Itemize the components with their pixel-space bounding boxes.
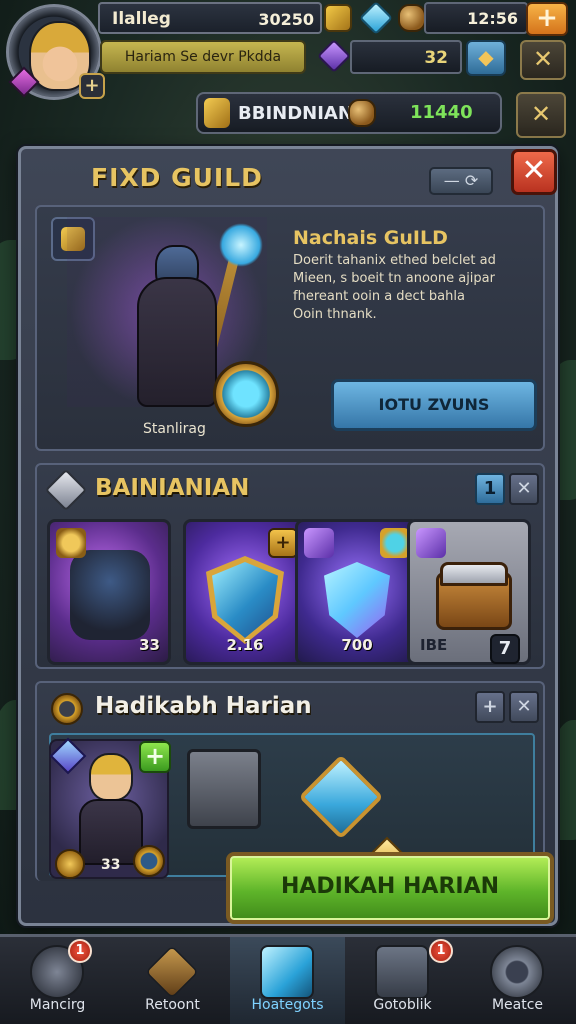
hero-caption: Stanlirag [143,421,206,437]
time-bar: 12:56 [424,2,528,34]
gold-ring-icon [56,528,86,558]
panel-title: FIXD GUILD [91,163,263,192]
sword-shortcut-button[interactable]: ✕ [516,92,566,138]
player-name-bar[interactable]: Ilalleg 30250 [98,2,322,34]
gold-cube-icon [324,4,352,32]
gear-icon [490,945,544,999]
gem-badge [304,528,334,558]
nav-label: Meatce [491,997,544,1013]
sword-icon [70,550,150,640]
daily-close-button[interactable]: ✕ [509,691,539,723]
player-name: Ilalleg [112,9,171,29]
nav-item-home[interactable]: 1 Mancirg [0,937,115,1024]
notification-badge: 1 [68,939,92,963]
crystal-icon [260,945,314,999]
purple-resource-bar: 32 [350,40,462,74]
gold-ring-icon [380,528,410,558]
player-power: 30250 [258,10,314,29]
daily-controls: + ✕ [475,691,541,723]
nav-item-settings[interactable]: Meatce [460,937,575,1024]
reward-card-value: 33 [139,636,160,654]
notification-badge: 1 [429,939,453,963]
plus-badge[interactable]: + [268,528,298,558]
guild-value: 11440 [410,102,473,123]
blue-gem-icon [359,1,393,35]
silver-gem-icon [44,468,88,512]
rewards-count-button[interactable]: 1 [475,473,505,505]
guild-name: BBINDNIAN [238,103,353,124]
tablet-icon [375,945,429,999]
reward-card[interactable]: 700 [295,519,419,665]
nav-item-crystal[interactable]: Hoategots [230,937,345,1024]
shield-icon [324,562,390,638]
description-line: fhereant ooin a dect bahla [293,289,465,304]
daily-add-button[interactable]: + [475,691,505,723]
gold-coin-icon [55,849,85,879]
nav-label: Hoategots [251,997,324,1013]
nav-label: Retoont [145,997,200,1013]
description-line: Ooin thnank. [293,307,377,322]
description-title: Nachais GuILD [293,227,448,249]
chest-lid [440,562,508,586]
avatar-plus-icon[interactable]: + [79,73,105,99]
reward-card[interactable]: 33 [47,519,171,665]
hero-body [137,277,217,407]
shield-icon [212,562,278,638]
reward-card-value: 700 [341,636,373,654]
gem-badge [416,528,446,558]
rewards-close-button[interactable]: ✕ [509,473,539,505]
nav-item-guild[interactable]: 1 Gotoblik [345,937,460,1024]
bottom-navigation: 1 Mancirg Retoont Hoategots 1 Gotoblik M… [0,934,576,1024]
stone-block-icon [187,749,261,829]
ore-icon [348,99,376,127]
player-avatar[interactable]: + [6,4,105,100]
nav-label: Mancirg [29,997,86,1013]
rewards-controls: 1 ✕ [475,473,541,505]
edit-button[interactable]: ◆ [466,40,506,76]
close-panel-button[interactable]: ✕ [511,149,557,195]
reward-card[interactable]: + 2.16 [183,519,307,665]
guild-shard-icon [204,98,230,128]
gold-ring-icon [133,845,165,877]
claim-daily-button[interactable]: HADIKAH HARIAN [226,852,554,924]
guild-info-section: Stanlirag Nachais GuILD Doerit tahanix e… [35,205,545,451]
add-resource-button[interactable]: + [526,2,568,36]
purple-resource-value: 32 [424,48,448,68]
reward-count-badge: 7 [490,634,520,664]
nav-label: Gotoblik [373,997,432,1013]
add-hero-button[interactable]: + [139,741,171,773]
crystal-emblem-icon [213,361,279,427]
blue-gem-icon [49,737,87,775]
panel-toggle[interactable]: — ⟳ [429,167,493,195]
hero-count: 33 [101,857,121,873]
rewards-title: BAINIANIAN [95,475,250,501]
guild-panel: FIXD GUILD — ⟳ ✕ Stanlirag Nachais GuILD… [18,146,558,926]
daily-emblem-icon [51,693,83,725]
time-display: 12:56 [467,9,518,28]
ore-icon [398,4,426,32]
sword-icon [145,945,199,999]
player-title: Hariam Se devr Pkdda [100,40,306,74]
rewards-section: BAINIANIAN 1 ✕ 33 + 2.16 700 IBE 7 [35,463,545,669]
purple-gem-icon [317,39,351,73]
magic-glow [219,223,263,267]
reward-card[interactable]: IBE 7 [407,519,531,665]
nav-item-heroes[interactable]: Retoont [115,937,230,1024]
reward-card-value: 2.16 [226,636,264,654]
close-hud-button[interactable]: ✕ [520,40,566,80]
description-line: Doerit tahanix ethed belclet ad [293,253,496,268]
hero-head [89,753,133,801]
daily-title: Hadikabh Harian [95,693,312,719]
guild-resource-bar: BBINDNIAN 11440 [196,92,502,134]
guild-action-button[interactable]: IOTU ZVUNS [331,379,537,431]
description-line: Mieen, s boeit tn anoone ajipar [293,271,495,286]
